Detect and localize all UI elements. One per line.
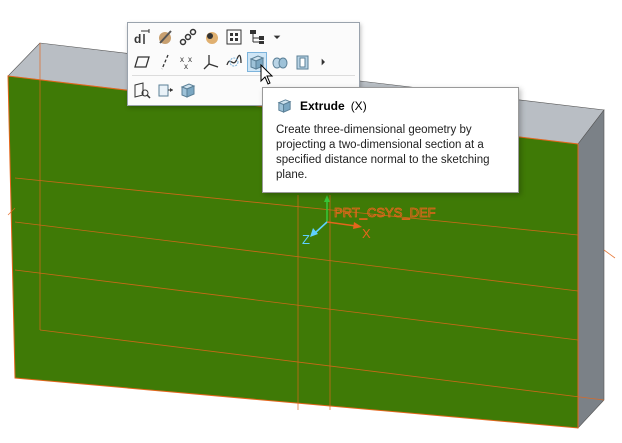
point-icon[interactable]: xxx: [178, 52, 198, 72]
dropdown-arrow-icon[interactable]: [270, 27, 284, 47]
tooltip-title: Extrude (X): [300, 99, 367, 113]
appearance-icon[interactable]: [155, 27, 175, 47]
plane-icon[interactable]: [132, 52, 152, 72]
curve-icon[interactable]: [224, 52, 244, 72]
tooltip-title-text: Extrude: [300, 99, 345, 113]
model-side-face[interactable]: [577, 109, 605, 429]
extrude-icon: [277, 99, 292, 113]
svg-text:x: x: [188, 55, 192, 64]
view-select-icon[interactable]: [155, 80, 175, 100]
tooltip-shortcut: (X): [350, 99, 367, 113]
layer-tree-icon[interactable]: [247, 27, 267, 47]
mouse-cursor-icon: [260, 64, 274, 85]
grid-icon[interactable]: [224, 27, 244, 47]
axis-icon[interactable]: [155, 52, 175, 72]
coord-system-icon[interactable]: [201, 52, 221, 72]
view-3d-icon[interactable]: [178, 80, 198, 100]
chain-icon[interactable]: [178, 27, 198, 47]
more-arrow-icon[interactable]: [316, 52, 330, 72]
x-axis-label: X: [362, 226, 371, 241]
toolbar-separator: [132, 75, 355, 76]
svg-text:x: x: [184, 62, 188, 71]
dimension-icon[interactable]: d: [132, 27, 152, 47]
z-axis-label: Z: [302, 232, 310, 247]
render-icon[interactable]: [201, 27, 221, 47]
svg-text:d: d: [134, 32, 141, 46]
view-normal-icon[interactable]: [132, 80, 152, 100]
csys-label: PRT_CSYS_DEF: [334, 205, 436, 220]
tooltip-description: Create three-dimensional geometry by pro…: [276, 124, 490, 181]
shell-icon[interactable]: [293, 52, 313, 72]
extrude-tooltip: Extrude (X) Create three-dimensional geom…: [262, 87, 519, 193]
